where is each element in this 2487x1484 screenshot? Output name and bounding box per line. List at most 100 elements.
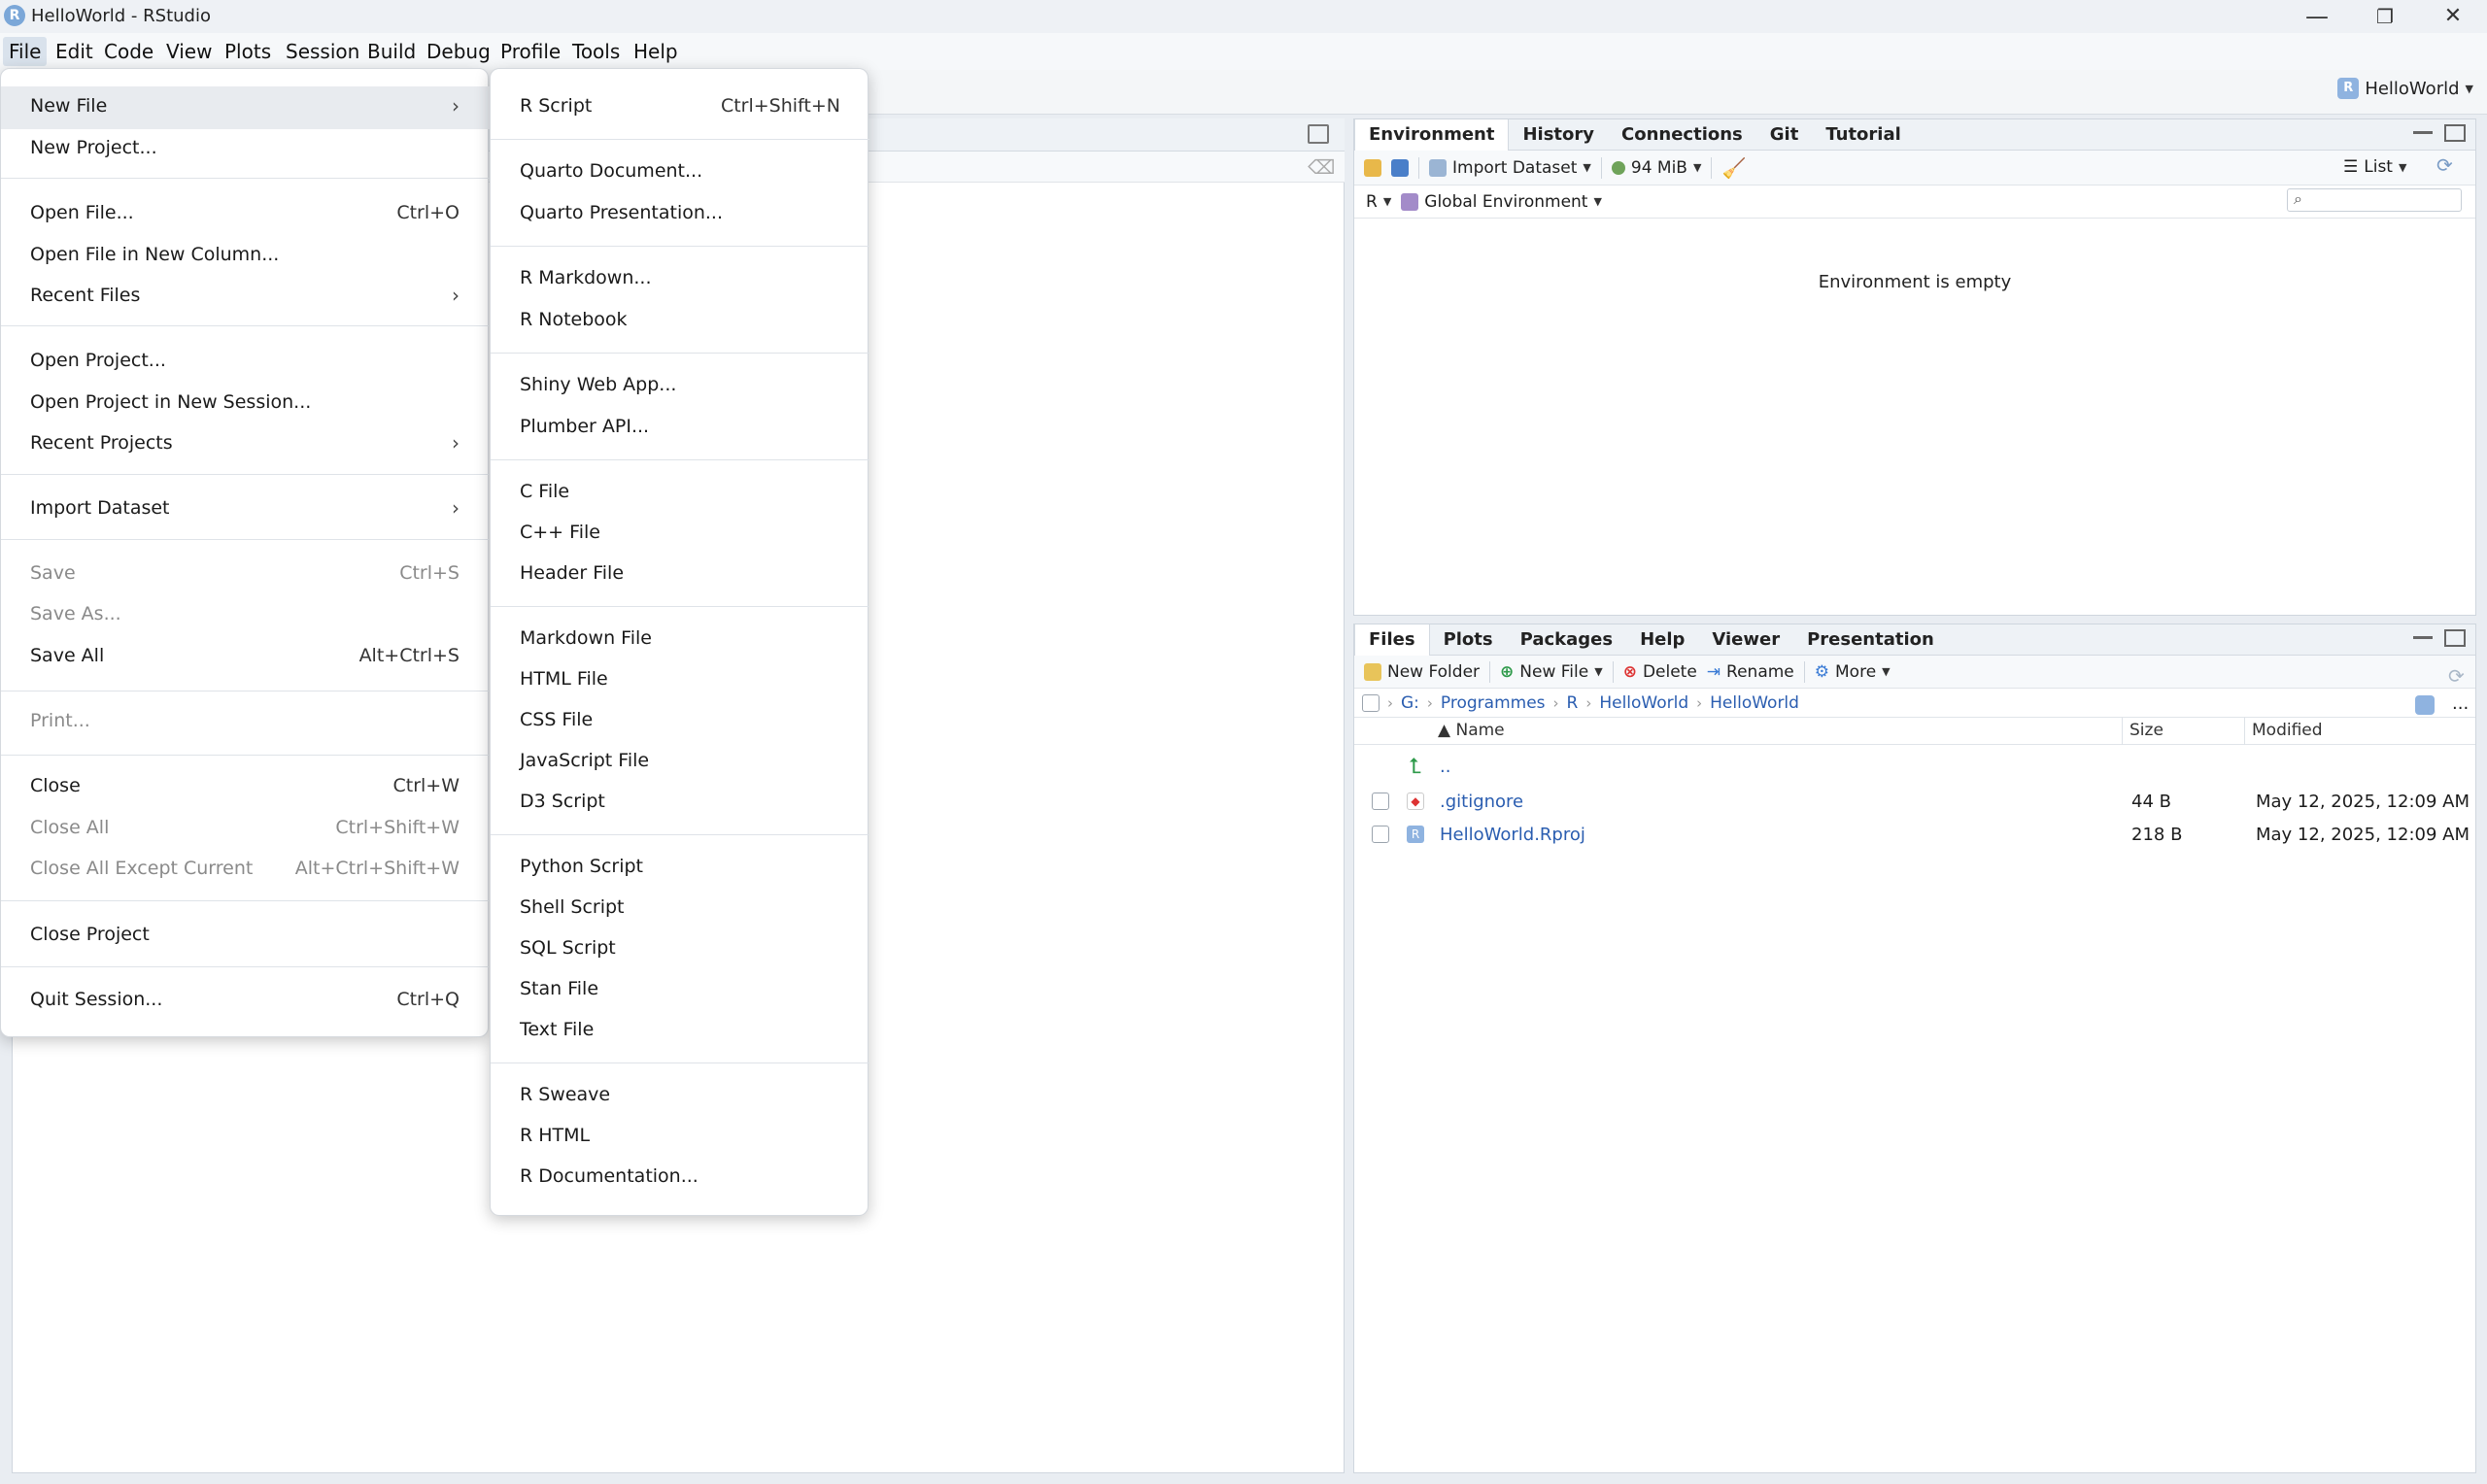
tab-git[interactable]: Git xyxy=(1756,119,1813,151)
file-name-link[interactable]: .gitignore xyxy=(1440,792,1523,812)
table-row[interactable]: ◆ .gitignore 44 B May 12, 2025, 12:09 AM xyxy=(1356,785,2473,818)
memory-usage-button[interactable]: 94 MiB ▼ xyxy=(1611,158,1701,178)
new-file-item-r-notebook[interactable]: R Notebook xyxy=(520,300,840,339)
column-size[interactable]: Size xyxy=(2129,721,2163,740)
new-folder-button[interactable]: New Folder xyxy=(1364,662,1480,682)
new-file-button[interactable]: ⊕ New File ▼ xyxy=(1500,662,1603,682)
new-file-item-header-file[interactable]: Header File xyxy=(520,554,840,592)
scope-select[interactable]: Global Environment ▼ xyxy=(1401,192,1602,212)
file-menu-item-open-file-in-new-column[interactable]: Open File in New Column... xyxy=(30,235,460,274)
broom-icon[interactable]: ⌫ xyxy=(1308,155,1335,179)
menu-profile[interactable]: Profile xyxy=(494,37,566,66)
new-file-item-quarto-document[interactable]: Quarto Document... xyxy=(520,152,840,190)
menu-plots[interactable]: Plots xyxy=(219,37,277,66)
new-file-item-javascript-file[interactable]: JavaScript File xyxy=(520,741,840,780)
tab-plots[interactable]: Plots xyxy=(1430,624,1507,656)
menu-code[interactable]: Code xyxy=(98,37,159,66)
menu-edit[interactable]: Edit xyxy=(50,37,99,66)
save-icon[interactable] xyxy=(1391,158,1409,177)
tab-tutorial[interactable]: Tutorial xyxy=(1812,119,1914,151)
tab-packages[interactable]: Packages xyxy=(1507,624,1626,656)
new-file-item-sql-script[interactable]: SQL Script xyxy=(520,928,840,967)
new-file-item-text-file[interactable]: Text File xyxy=(520,1010,840,1049)
breadcrumb-helloworld-current[interactable]: HelloWorld xyxy=(1710,693,1799,713)
more-button[interactable]: ⚙ More ▼ xyxy=(1815,662,1891,682)
menu-session[interactable]: Session xyxy=(280,37,365,66)
new-file-item-markdown-file[interactable]: Markdown File xyxy=(520,619,840,658)
row-checkbox[interactable] xyxy=(1372,826,1389,843)
tab-viewer[interactable]: Viewer xyxy=(1698,624,1793,656)
file-menu-item-import-dataset[interactable]: Import Dataset › xyxy=(30,489,460,527)
maximize-pane-icon[interactable] xyxy=(2444,124,2466,142)
table-row[interactable]: R HelloWorld.Rproj 218 B May 12, 2025, 1… xyxy=(1356,818,2473,851)
restore-pane-icon[interactable] xyxy=(1308,124,1329,144)
minimize-button[interactable]: — xyxy=(2283,0,2351,33)
minimize-pane-icon[interactable] xyxy=(2413,631,2433,639)
column-modified[interactable]: Modified xyxy=(2252,721,2323,740)
new-file-item-stan-file[interactable]: Stan File xyxy=(520,969,840,1008)
new-file-item-quarto-presentation[interactable]: Quarto Presentation... xyxy=(520,193,840,232)
file-menu-item-recent-files[interactable]: Recent Files › xyxy=(30,276,460,315)
new-file-item-html-file[interactable]: HTML File xyxy=(520,659,840,698)
refresh-icon[interactable]: ⟳ xyxy=(2436,153,2453,177)
maximize-button[interactable]: ❐ xyxy=(2351,0,2419,33)
new-file-item-shell-script[interactable]: Shell Script xyxy=(520,888,840,927)
parent-directory-link[interactable]: .. xyxy=(1440,757,1450,777)
refresh-icon[interactable]: ⟳ xyxy=(2448,664,2465,688)
new-file-item-d3-script[interactable]: D3 Script xyxy=(520,782,840,821)
environment-search-input[interactable]: ⌕ xyxy=(2287,188,2462,212)
new-file-item-python-script[interactable]: Python Script xyxy=(520,847,840,886)
new-file-item-c-file[interactable]: C File xyxy=(520,472,840,511)
menu-view[interactable]: View xyxy=(160,37,218,66)
new-file-item-shiny-web-app[interactable]: Shiny Web App... xyxy=(520,365,840,404)
new-file-item-cpp-file[interactable]: C++ File xyxy=(520,513,840,552)
file-menu-item-save-all[interactable]: Save All Alt+Ctrl+S xyxy=(30,636,460,675)
file-menu-item-close[interactable]: Close Ctrl+W xyxy=(30,766,460,805)
menu-build[interactable]: Build xyxy=(361,37,422,66)
tab-connections[interactable]: Connections xyxy=(1608,119,1756,151)
select-all-checkbox[interactable] xyxy=(1362,693,1380,712)
file-menu-item-save[interactable]: Save Ctrl+S xyxy=(30,554,460,592)
new-file-item-r-markdown[interactable]: R Markdown... xyxy=(520,258,840,297)
import-dataset-button[interactable]: Import Dataset ▼ xyxy=(1429,158,1591,178)
file-menu-item-recent-projects[interactable]: Recent Projects › xyxy=(30,423,460,462)
file-menu-item-print[interactable]: Print... xyxy=(30,701,460,740)
menu-tools[interactable]: Tools xyxy=(566,37,626,66)
tab-files[interactable]: Files xyxy=(1354,624,1430,656)
file-menu-item-new-project[interactable]: New Project... xyxy=(30,128,460,167)
maximize-pane-icon[interactable] xyxy=(2444,629,2466,647)
new-file-item-css-file[interactable]: CSS File xyxy=(520,700,840,739)
menu-help[interactable]: Help xyxy=(628,37,684,66)
file-menu-item-open-file[interactable]: Open File... Ctrl+O xyxy=(30,193,460,232)
breadcrumb-helloworld[interactable]: HelloWorld xyxy=(1599,693,1688,713)
more-options-button[interactable]: ... xyxy=(2452,693,2469,714)
table-row[interactable]: ⮤ .. xyxy=(1356,750,2473,783)
breadcrumb-r[interactable]: R xyxy=(1567,693,1579,713)
new-file-item-r-documentation[interactable]: R Documentation... xyxy=(520,1157,840,1196)
open-folder-icon[interactable] xyxy=(1364,158,1381,177)
tab-presentation[interactable]: Presentation xyxy=(1793,624,1948,656)
file-menu-item-open-project-in-new-session[interactable]: Open Project in New Session... xyxy=(30,383,460,422)
file-menu-item-new-file[interactable]: New File › xyxy=(30,86,460,125)
column-name[interactable]: ▲ Name xyxy=(1438,721,1505,740)
menu-debug[interactable]: Debug xyxy=(421,37,496,66)
file-name-link[interactable]: HelloWorld.Rproj xyxy=(1440,825,1585,845)
new-file-item-r-html[interactable]: R HTML xyxy=(520,1116,840,1155)
row-checkbox[interactable] xyxy=(1372,793,1389,810)
language-select[interactable]: R ▼ xyxy=(1366,192,1391,212)
rename-button[interactable]: ⇥ Rename xyxy=(1707,662,1794,682)
delete-button[interactable]: ⊗ Delete xyxy=(1623,662,1697,682)
project-directory-icon[interactable] xyxy=(2415,695,2435,715)
menu-file[interactable]: File xyxy=(3,37,48,66)
breadcrumb-drive[interactable]: G: xyxy=(1401,693,1419,713)
breadcrumb-programmes[interactable]: Programmes xyxy=(1441,693,1546,713)
file-menu-item-quit-session[interactable]: Quit Session... Ctrl+Q xyxy=(30,980,460,1019)
close-window-button[interactable]: ✕ xyxy=(2419,0,2487,33)
new-file-item-plumber-api[interactable]: Plumber API... xyxy=(520,407,840,446)
project-menu-button[interactable]: R HelloWorld ▼ xyxy=(2337,78,2473,99)
file-menu-item-save-as[interactable]: Save As... xyxy=(30,594,460,633)
tab-help[interactable]: Help xyxy=(1626,624,1698,656)
view-mode-select[interactable]: ☰ List ▼ xyxy=(2343,157,2406,177)
file-menu-item-close-all[interactable]: Close All Ctrl+Shift+W xyxy=(30,808,460,847)
file-menu-item-open-project[interactable]: Open Project... xyxy=(30,341,460,380)
